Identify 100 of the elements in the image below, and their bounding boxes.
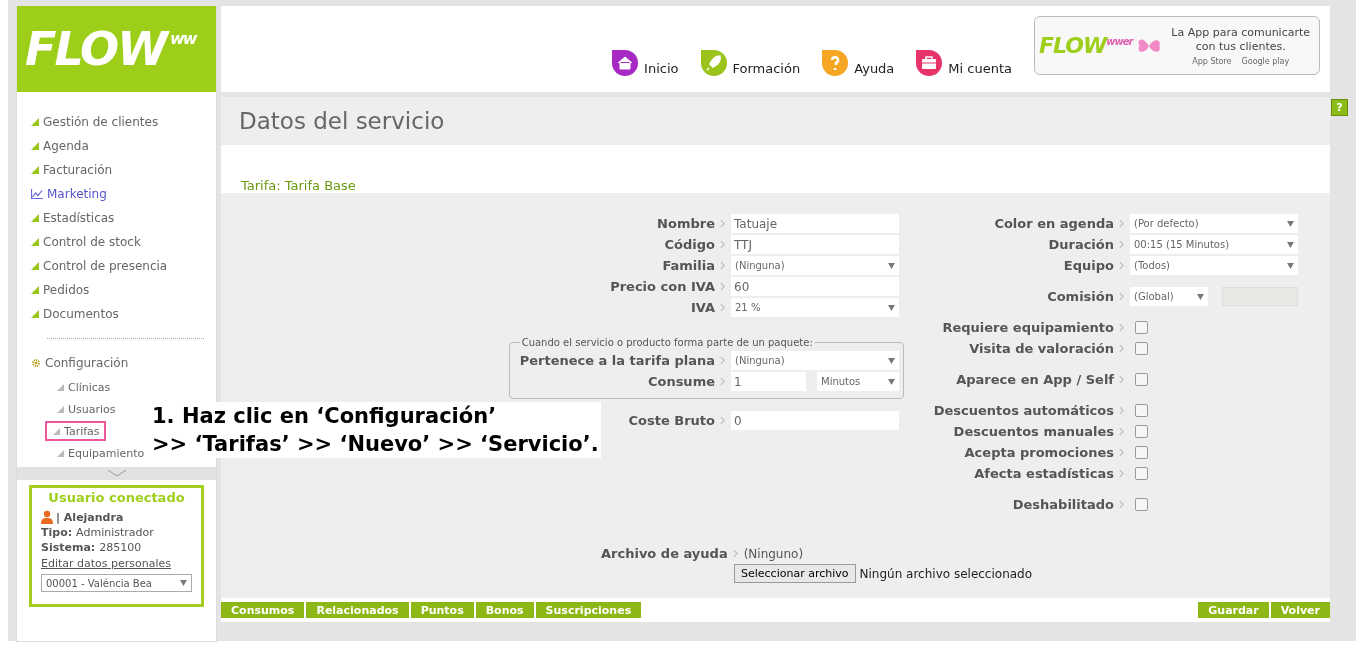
logo: FLOW$^{ww}$ [17, 6, 216, 92]
sidebar-item[interactable]: Control de presencia [31, 254, 216, 278]
chevron-down-icon [106, 469, 127, 477]
info-value: Administrador [76, 526, 154, 539]
chevron-right-icon [720, 219, 725, 228]
info-value: 285100 [99, 541, 142, 554]
select-field[interactable]: 21 % [731, 298, 899, 317]
file-status: Ningún archivo seleccionado [859, 566, 1033, 581]
checkbox[interactable] [1135, 425, 1148, 438]
checkbox[interactable] [1135, 321, 1148, 334]
sidebar-subitem[interactable]: Tarifas [45, 421, 106, 441]
chevron-right-icon [1119, 375, 1124, 384]
briefcase-icon [916, 50, 943, 76]
sidebar-item[interactable]: Documentos [31, 302, 216, 326]
caret-icon [1197, 293, 1204, 300]
gear-icon [31, 358, 41, 368]
chevron-right-icon [720, 240, 725, 249]
chevron-right-icon [720, 261, 725, 270]
person-icon [41, 510, 53, 524]
field-label: Requiere equipamiento [942, 320, 1114, 335]
triangle-icon [31, 214, 39, 222]
select-field[interactable]: Minutos [817, 372, 899, 391]
triangle-icon [31, 286, 39, 294]
caret-icon [888, 262, 895, 269]
caret-icon [1287, 241, 1294, 248]
triangle-icon [53, 427, 60, 435]
select-field[interactable]: (Por defecto) [1130, 214, 1298, 233]
field-label: Duración [1048, 237, 1114, 252]
sidebar-item[interactable]: Estadísticas [31, 206, 216, 230]
select-field[interactable]: (Todos) [1130, 256, 1298, 275]
sidebar-item[interactable]: Gestión de clientes [31, 110, 216, 134]
input-field[interactable]: TTJ [731, 235, 899, 254]
field-label: Acepta promociones [964, 445, 1114, 460]
sidebar-subitem[interactable]: Equipamiento [51, 443, 151, 463]
select-field[interactable]: 00:15 (15 Minutos) [1130, 235, 1298, 254]
field-value: (Ninguno) [743, 546, 804, 561]
select-field[interactable]: (Ninguna) [731, 256, 899, 275]
input-field[interactable]: Tatuaje [731, 214, 899, 233]
panel-title: Usuario conectado [47, 490, 186, 505]
app-banner[interactable]: FLOW$^{wwer}$ La App para comunicarte con tus clientes. App Store Google play [1034, 16, 1320, 75]
clinic-select[interactable]: 00001 - Valéncia Bea [41, 574, 192, 592]
field-label: Aparece en App / Self [956, 372, 1114, 387]
store-label: Google play [1241, 56, 1290, 66]
edit-profile-link[interactable]: Editar datos personales [41, 557, 192, 570]
chevron-right-icon [1119, 344, 1124, 353]
sidebar-item[interactable]: Control de stock [31, 230, 216, 254]
page-title: Datos del servicio [239, 108, 445, 134]
input-field[interactable]: 1 [731, 372, 806, 391]
chevron-right-icon [1119, 219, 1124, 228]
chevron-right-icon [720, 282, 725, 291]
banner-text: La App para comunicarte con tus clientes. [1170, 25, 1312, 54]
chevron-right-icon [1119, 323, 1124, 332]
checkbox[interactable] [1135, 404, 1148, 417]
sidebar-item[interactable]: Pedidos [31, 278, 216, 302]
triangle-icon [57, 405, 64, 413]
chevron-right-icon [1119, 261, 1124, 270]
nav-link[interactable]: Inicio [612, 50, 679, 76]
chevron-right-icon [720, 416, 725, 425]
chevron-right-icon [1119, 500, 1124, 509]
sidebar-item[interactable]: Marketing [31, 182, 216, 206]
sidebar-subitem[interactable]: Clínicas [51, 377, 117, 397]
sidebar-item[interactable]: Facturación [31, 158, 216, 182]
nav-link[interactable]: Mi cuenta [916, 50, 1012, 76]
chart-icon [31, 189, 43, 199]
triangle-icon [31, 262, 39, 270]
field-label: Visita de valoración [969, 341, 1114, 356]
group-legend: Cuando el servicio o producto forma parte de un paquete: [519, 337, 815, 348]
field-label: Pertenece a la tarifa plana [519, 353, 715, 368]
triangle-icon [31, 166, 39, 174]
checkbox[interactable] [1135, 498, 1148, 511]
sidebar-item[interactable]: Agenda [31, 134, 216, 158]
caret-icon [180, 580, 187, 586]
sidebar-subitem[interactable]: Usuarios [51, 399, 122, 419]
checkbox[interactable] [1135, 373, 1148, 386]
checkbox[interactable] [1135, 342, 1148, 355]
caret-icon [888, 357, 895, 364]
nav-link[interactable]: Ayuda [822, 50, 895, 76]
caret-icon [888, 378, 895, 385]
sidebar-item[interactable]: Configuración [31, 351, 216, 375]
caret-icon [1287, 220, 1294, 227]
tariff-title: Tarifa: Tarifa Base [221, 145, 1330, 193]
choose-file-button[interactable]: Seleccionar archivo [734, 564, 856, 583]
input-field[interactable]: 60 [731, 277, 899, 296]
field-label: Consume [647, 374, 715, 389]
info-label: Sistema: [41, 541, 96, 554]
chevron-right-icon [720, 356, 725, 365]
select-field[interactable]: (Global) [1130, 287, 1208, 306]
nav-link[interactable]: Formación [700, 50, 801, 76]
field-label: IVA [690, 300, 715, 315]
checkbox[interactable] [1135, 467, 1148, 480]
checkbox[interactable] [1135, 446, 1148, 459]
caret-icon [1287, 262, 1294, 269]
chevron-right-icon [1119, 448, 1124, 457]
input-field[interactable]: 0 [731, 411, 899, 430]
chevron-right-icon [1119, 240, 1124, 249]
triangle-icon [31, 142, 39, 150]
field-label: Color en agenda [994, 216, 1114, 231]
chevron-right-icon [1119, 469, 1124, 478]
triangle-icon [31, 310, 39, 318]
select-field[interactable]: (Ninguna) [731, 351, 899, 370]
